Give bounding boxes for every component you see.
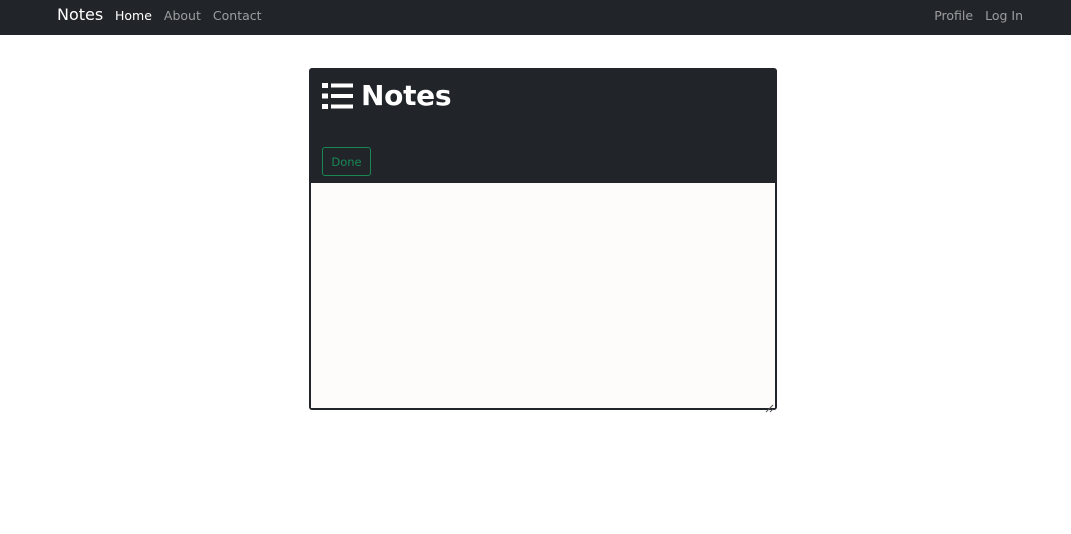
nav-right-links: Profile Log In — [934, 8, 1023, 24]
nav-link-profile[interactable]: Profile — [934, 8, 973, 24]
resize-grip-icon[interactable] — [765, 398, 774, 413]
note-textarea[interactable] — [311, 183, 775, 408]
done-button[interactable]: Done — [322, 147, 371, 176]
nav-link-login[interactable]: Log In — [985, 8, 1023, 24]
navbar-brand[interactable]: Notes — [57, 5, 103, 25]
top-navbar: Notes Home About Contact Profile Log In — [0, 0, 1071, 35]
nav-link-home[interactable]: Home — [115, 8, 152, 24]
nav-link-contact[interactable]: Contact — [213, 8, 262, 24]
card-header: Notes — [322, 79, 452, 112]
nav-link-about[interactable]: About — [164, 8, 201, 24]
list-icon — [322, 83, 353, 109]
notes-card: Notes Done — [309, 68, 777, 413]
card-title: Notes — [361, 79, 452, 112]
nav-links: Home About Contact — [115, 8, 262, 24]
